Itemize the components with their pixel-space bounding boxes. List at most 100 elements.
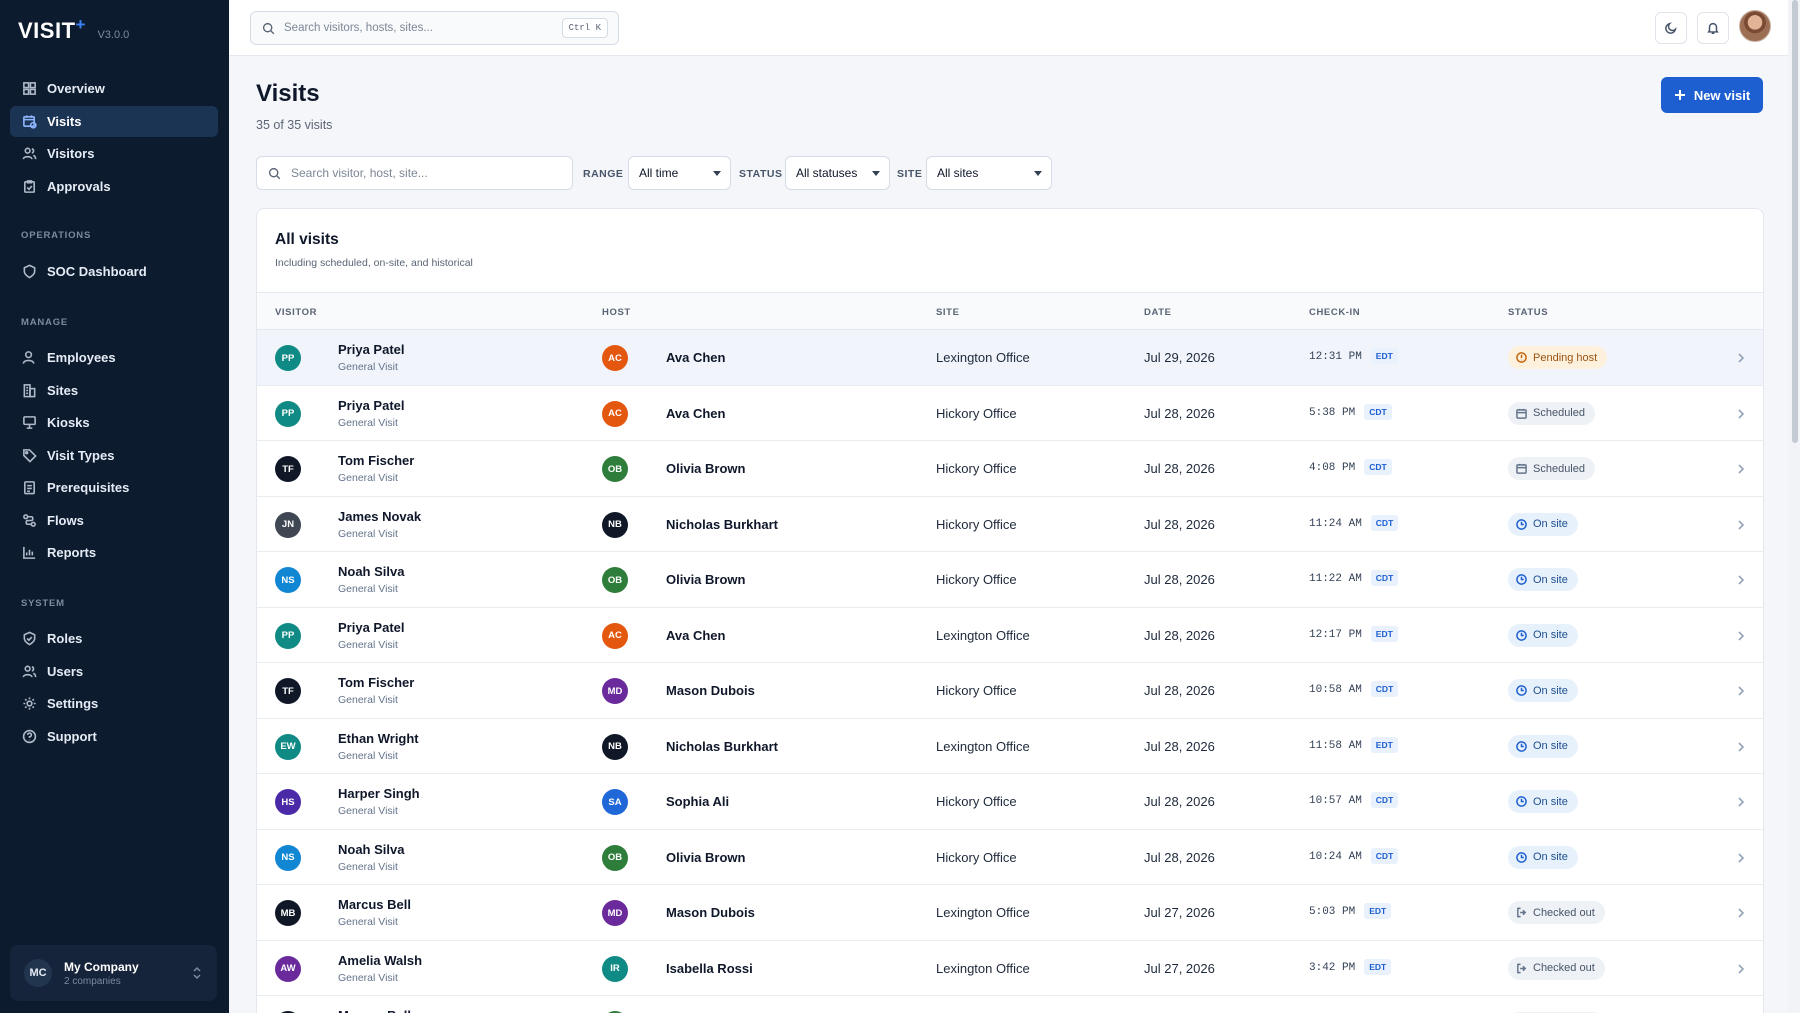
sidebar-item-roles[interactable]: Roles: [10, 623, 218, 654]
column-host[interactable]: HOST: [602, 307, 631, 318]
visitor-name[interactable]: Noah Silva: [338, 564, 404, 579]
visitor-name[interactable]: Marcus Bell: [338, 1008, 411, 1013]
chevron-right-icon[interactable]: [1736, 629, 1746, 641]
sidebar-item-visits[interactable]: Visits: [10, 105, 218, 137]
host-name[interactable]: Nicholas Burkhart: [666, 517, 778, 532]
chevron-right-icon[interactable]: [1736, 407, 1746, 419]
visitor-name[interactable]: Priya Patel: [338, 342, 405, 357]
table-row[interactable]: TF Tom Fischer General Visit MD Mason Dubois…: [257, 663, 1763, 719]
column-visitor[interactable]: VISITOR: [275, 307, 317, 318]
column-status[interactable]: STATUS: [1508, 307, 1548, 318]
range-select[interactable]: All time: [628, 156, 731, 190]
sidebar-item-support[interactable]: Support: [10, 721, 218, 752]
visitor-name[interactable]: Tom Fischer: [338, 675, 414, 690]
check-in-time: 11:58 AM: [1309, 739, 1362, 752]
visitor-name[interactable]: Priya Patel: [338, 398, 405, 413]
notifications-button[interactable]: [1697, 12, 1729, 44]
host-name[interactable]: Nicholas Burkhart: [666, 739, 778, 754]
status-badge: Checked out: [1508, 901, 1605, 924]
visit-date: Jul 29, 2026: [1144, 350, 1215, 365]
sidebar-item-visit-types[interactable]: Visit Types: [10, 440, 218, 471]
sidebar-item-prerequisites[interactable]: Prerequisites: [10, 472, 218, 503]
host-name[interactable]: Isabella Rossi: [666, 961, 753, 976]
table-row[interactable]: PP Priya Patel General Visit AC Ava Chen Lexi…: [257, 608, 1763, 663]
host-name[interactable]: Sophia Ali: [666, 794, 729, 809]
column-date[interactable]: DATE: [1144, 307, 1172, 318]
timezone-badge: EDT: [1370, 625, 1398, 642]
section-label-operations: OPERATIONS: [21, 230, 92, 241]
host-name[interactable]: Mason Dubois: [666, 683, 755, 698]
sidebar-item-kiosks[interactable]: Kiosks: [10, 407, 218, 438]
visitor-name[interactable]: Ethan Wright: [338, 731, 419, 746]
brand-version: V3.0.0: [97, 29, 130, 41]
status-text: Pending host: [1533, 351, 1598, 364]
visitor-name[interactable]: Noah Silva: [338, 842, 404, 857]
status-select[interactable]: All statuses: [785, 156, 890, 190]
table-row[interactable]: MB Marcus Bell General Visit MD Mason Dubois…: [257, 885, 1763, 941]
chevron-right-icon[interactable]: [1736, 851, 1746, 863]
column-site[interactable]: SITE: [936, 307, 960, 318]
table-row[interactable]: MBMarcus BellGeneral VisitOBOlivia Brown…: [257, 996, 1763, 1013]
theme-toggle-button[interactable]: [1655, 12, 1687, 44]
chevron-right-icon[interactable]: [1736, 573, 1746, 585]
sidebar-item-flows[interactable]: Flows: [10, 505, 218, 536]
column-check-in[interactable]: CHECK-IN: [1309, 307, 1360, 318]
global-search-input[interactable]: [284, 22, 544, 34]
chevron-right-icon[interactable]: [1736, 795, 1746, 807]
sidebar-item-reports[interactable]: Reports: [10, 537, 218, 568]
table-row[interactable]: TF Tom Fischer General Visit OB Olivia Brown…: [257, 441, 1763, 497]
visitor-name[interactable]: James Novak: [338, 509, 421, 524]
table-row[interactable]: JN James Novak General Visit NB Nicholas Bur…: [257, 497, 1763, 552]
table-row[interactable]: HS Harper Singh General Visit SA Sophia Ali H…: [257, 774, 1763, 830]
host-name[interactable]: Ava Chen: [666, 350, 725, 365]
sidebar-item-soc-dashboard[interactable]: SOC Dashboard: [10, 256, 218, 287]
sidebar-item-visitors[interactable]: Visitors: [10, 138, 218, 169]
visitor-name[interactable]: Harper Singh: [338, 786, 420, 801]
host-name[interactable]: Ava Chen: [666, 628, 725, 643]
caret-down-icon: [1034, 171, 1042, 176]
visitor-name[interactable]: Marcus Bell: [338, 897, 411, 912]
chevron-right-icon[interactable]: [1736, 351, 1746, 363]
chevron-right-icon[interactable]: [1736, 518, 1746, 530]
status-text: On site: [1533, 629, 1568, 641]
host-name[interactable]: Ava Chen: [666, 406, 725, 421]
chevron-right-icon[interactable]: [1736, 740, 1746, 752]
table-row[interactable]: PP Priya Patel General Visit AC Ava Chen Hick…: [257, 386, 1763, 441]
global-search[interactable]: Ctrl K: [250, 11, 619, 45]
visitor-name[interactable]: Priya Patel: [338, 620, 405, 635]
new-visit-button[interactable]: New visit: [1661, 77, 1763, 113]
sidebar-item-approvals[interactable]: Approvals: [10, 171, 218, 202]
checklist-icon: [22, 480, 37, 495]
table-row[interactable]: NS Noah Silva General Visit OB Olivia Brown H…: [257, 552, 1763, 608]
table-row[interactable]: AW Amelia Walsh General Visit IR Isabella Ro…: [257, 941, 1763, 996]
visit-search[interactable]: [256, 156, 573, 190]
scrollbar-thumb[interactable]: [1792, 0, 1798, 443]
brand[interactable]: VISIT + V3.0.0: [18, 15, 130, 44]
sidebar-item-overview[interactable]: Overview: [10, 73, 218, 104]
table-row[interactable]: EW Ethan Wright General Visit NB Nicholas Bu…: [257, 719, 1763, 774]
host-name[interactable]: Olivia Brown: [666, 461, 745, 476]
chevron-right-icon[interactable]: [1736, 906, 1746, 918]
site-name: Lexington Office: [936, 905, 1030, 920]
user-avatar[interactable]: [1739, 10, 1771, 42]
table-row[interactable]: PP Priya Patel General Visit AC Ava Chen Lexi…: [257, 330, 1763, 386]
sidebar-item-employees[interactable]: Employees: [10, 342, 218, 373]
chevron-right-icon[interactable]: [1736, 962, 1746, 974]
company-switcher[interactable]: MC My Company 2 companies: [10, 945, 217, 1001]
visitor-name[interactable]: Tom Fischer: [338, 453, 414, 468]
host-name[interactable]: Olivia Brown: [666, 850, 745, 865]
sidebar-item-label: Visitors: [47, 146, 95, 161]
new-visit-label: New visit: [1693, 87, 1751, 103]
visitor-name[interactable]: Amelia Walsh: [338, 953, 422, 968]
visit-search-input[interactable]: [291, 166, 551, 180]
host-name[interactable]: Mason Dubois: [666, 905, 755, 920]
check-in-time: 10:24 AM: [1309, 850, 1362, 863]
sidebar-item-users[interactable]: Users: [10, 656, 218, 687]
table-row[interactable]: NS Noah Silva General Visit OB Olivia Brown H…: [257, 830, 1763, 885]
sidebar-item-settings[interactable]: Settings: [10, 688, 218, 719]
sidebar-item-sites[interactable]: Sites: [10, 375, 218, 406]
chevron-right-icon[interactable]: [1736, 684, 1746, 696]
host-name[interactable]: Olivia Brown: [666, 572, 745, 587]
chevron-right-icon[interactable]: [1736, 462, 1746, 474]
site-select[interactable]: All sites: [926, 156, 1052, 190]
